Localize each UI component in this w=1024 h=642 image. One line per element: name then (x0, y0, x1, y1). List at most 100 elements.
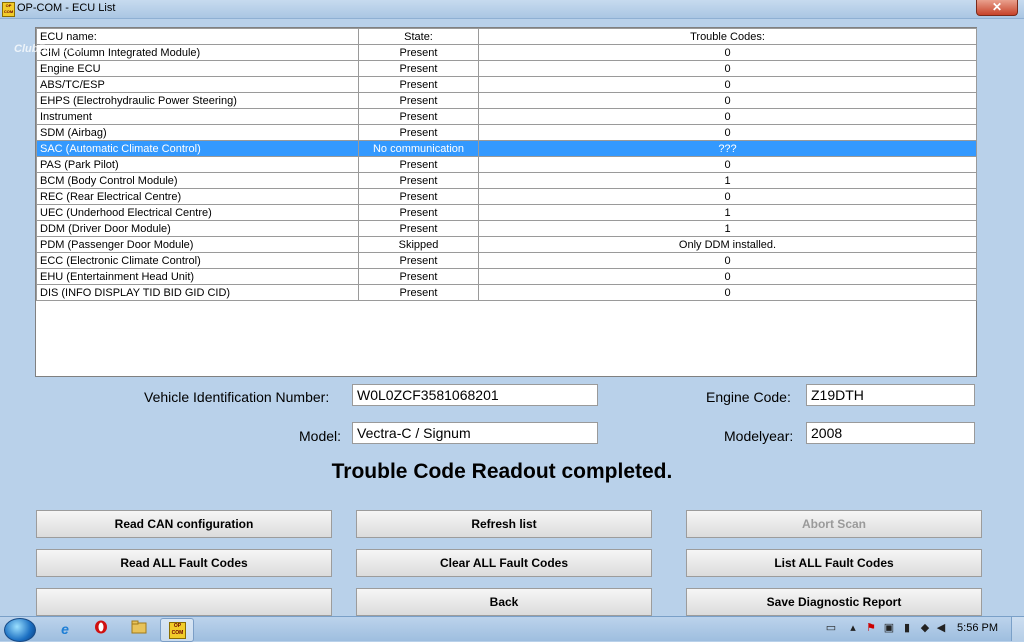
watermark-text: ClubBus.com (14, 43, 85, 55)
abort-scan-button[interactable]: Abort Scan (686, 510, 982, 538)
empty-cell (479, 301, 977, 317)
trouble-codes-cell: 1 (478, 204, 977, 221)
action-center-icon[interactable]: ⚑ (864, 622, 878, 635)
trouble-codes-cell: 0 (478, 44, 977, 61)
empty-cell (37, 331, 359, 346)
trouble-codes-cell: 0 (478, 188, 977, 205)
table-row[interactable]: Engine ECU Present 0 (36, 60, 977, 77)
state-cell: Present (358, 44, 479, 61)
keyboard-icon[interactable]: ▭ (824, 622, 838, 635)
trouble-codes-cell: 0 (478, 156, 977, 173)
ecu-table: ECU name: State: Trouble Codes: CIM (Col… (36, 28, 977, 361)
table-row[interactable]: BCM (Body Control Module) Present 1 (36, 172, 977, 189)
clock[interactable]: 5:56 PM (957, 622, 998, 634)
table-row[interactable]: ABS/TC/ESP Present 0 (36, 76, 977, 93)
window-title-bar[interactable]: OP COM OP-COM - ECU List ✕ (0, 0, 1024, 19)
ecu-name-cell: ABS/TC/ESP (36, 76, 359, 93)
ecu-name-cell: REC (Rear Electrical Centre) (36, 188, 359, 205)
table-row[interactable]: DDM (Driver Door Module) Present 1 (36, 220, 977, 237)
empty-cell (479, 316, 977, 331)
state-cell: Present (358, 92, 479, 109)
read-can-configuration-button[interactable]: Read CAN configuration (36, 510, 332, 538)
state-cell: Present (358, 268, 479, 285)
trouble-codes-cell: Only DDM installed. (478, 236, 977, 253)
list-all-fault-codes-button[interactable]: List ALL Fault Codes (686, 549, 982, 577)
back-button[interactable]: Back (356, 588, 652, 616)
trouble-codes-cell: ??? (478, 140, 977, 157)
header-state[interactable]: State: (358, 28, 479, 45)
state-cell: Present (358, 124, 479, 141)
power-icon[interactable]: ◆ (918, 622, 932, 635)
volume-icon[interactable]: ◀ (934, 622, 948, 635)
close-button[interactable]: ✕ (976, 0, 1018, 16)
ecu-name-cell: BCM (Body Control Module) (36, 172, 359, 189)
table-row[interactable]: ECC (Electronic Climate Control) Present 0 (36, 252, 977, 269)
opcom-app-icon: OP COM (2, 2, 15, 17)
table-row[interactable]: SDM (Airbag) Present 0 (36, 124, 977, 141)
empty-row (37, 316, 977, 331)
trouble-codes-cell: 0 (478, 124, 977, 141)
internet-explorer-icon[interactable]: e (55, 620, 75, 638)
table-row[interactable]: UEC (Underhood Electrical Centre) Present… (36, 204, 977, 221)
empty-cell (37, 346, 359, 361)
table-row[interactable]: DIS (INFO DISPLAY TID BID GID CID) Presen… (36, 284, 977, 301)
model-field[interactable]: Vectra-C / Signum (352, 422, 598, 444)
ecu-name-cell: DIS (INFO DISPLAY TID BID GID CID) (36, 284, 359, 301)
refresh-list-button[interactable]: Refresh list (356, 510, 652, 538)
modelyear-field[interactable]: 2008 (806, 422, 975, 444)
table-row[interactable]: REC (Rear Electrical Centre) Present 0 (36, 188, 977, 205)
network-icon[interactable]: ▮ (900, 622, 914, 635)
ecu-name-cell: EHU (Entertainment Head Unit) (36, 268, 359, 285)
empty-button[interactable] (36, 588, 332, 616)
empty-cell (37, 301, 359, 317)
ecu-name-cell: UEC (Underhood Electrical Centre) (36, 204, 359, 221)
show-desktop-button[interactable] (1011, 617, 1024, 641)
trouble-codes-cell: 0 (478, 284, 977, 301)
table-header-row: ECU name: State: Trouble Codes: (36, 28, 977, 45)
clear-all-fault-codes-button[interactable]: Clear ALL Fault Codes (356, 549, 652, 577)
empty-row (37, 331, 977, 346)
vin-label: Vehicle Identification Number: (144, 389, 330, 405)
ecu-name-cell: SDM (Airbag) (36, 124, 359, 141)
ecu-name-cell: Engine ECU (36, 60, 359, 77)
header-trouble-codes[interactable]: Trouble Codes: (478, 28, 977, 45)
empty-cell (37, 316, 359, 331)
table-row[interactable]: CIM (Column Integrated Module) Present 0 (36, 44, 977, 61)
opcom-taskbar-button[interactable]: OP COM (160, 618, 194, 642)
state-cell: Present (358, 204, 479, 221)
opera-icon[interactable] (91, 620, 111, 638)
ecu-name-cell: DDM (Driver Door Module) (36, 220, 359, 237)
status-message: Trouble Code Readout completed. (331, 460, 673, 483)
table-row[interactable]: PAS (Park Pilot) Present 0 (36, 156, 977, 173)
table-row[interactable]: SAC (Automatic Climate Control) No commun… (36, 140, 977, 157)
empty-cell (479, 346, 977, 361)
empty-row (37, 346, 977, 361)
device-icon[interactable]: ▣ (882, 622, 896, 635)
tray-expand-icon[interactable]: ▴ (846, 622, 860, 635)
opcom-icon: OP COM (169, 622, 186, 639)
state-cell: Present (358, 284, 479, 301)
state-cell: Present (358, 188, 479, 205)
table-row[interactable]: Instrument Present 0 (36, 108, 977, 125)
modelyear-label: Modelyear: (724, 428, 794, 444)
table-row[interactable]: PDM (Passenger Door Module) Skipped Only D… (36, 236, 977, 253)
ecu-name-cell: PAS (Park Pilot) (36, 156, 359, 173)
state-cell: Present (358, 220, 479, 237)
taskbar: e OP COM ▭ ▴ ⚑ ▣ ▮ ◆ ◀ 5:56 PM (0, 616, 1024, 642)
file-explorer-icon[interactable] (129, 620, 149, 638)
state-cell: Present (358, 108, 479, 125)
ecu-name-cell: SAC (Automatic Climate Control) (36, 140, 359, 157)
table-row[interactable]: EHU (Entertainment Head Unit) Present 0 (36, 268, 977, 285)
engine-code-field[interactable]: Z19DTH (806, 384, 975, 406)
read-all-fault-codes-button[interactable]: Read ALL Fault Codes (36, 549, 332, 577)
save-diagnostic-report-button[interactable]: Save Diagnostic Report (686, 588, 982, 616)
table-row[interactable]: EHPS (Electrohydraulic Power Steering) Pr… (36, 92, 977, 109)
vin-field[interactable]: W0L0ZCF3581068201 (352, 384, 598, 406)
ecu-name-cell: PDM (Passenger Door Module) (36, 236, 359, 253)
trouble-codes-cell: 1 (478, 220, 977, 237)
state-cell: Present (358, 156, 479, 173)
start-button[interactable] (4, 618, 36, 642)
state-cell: Present (358, 252, 479, 269)
ecu-list[interactable]: ECU name: State: Trouble Codes: CIM (Col… (35, 27, 977, 377)
empty-cell (359, 331, 479, 346)
